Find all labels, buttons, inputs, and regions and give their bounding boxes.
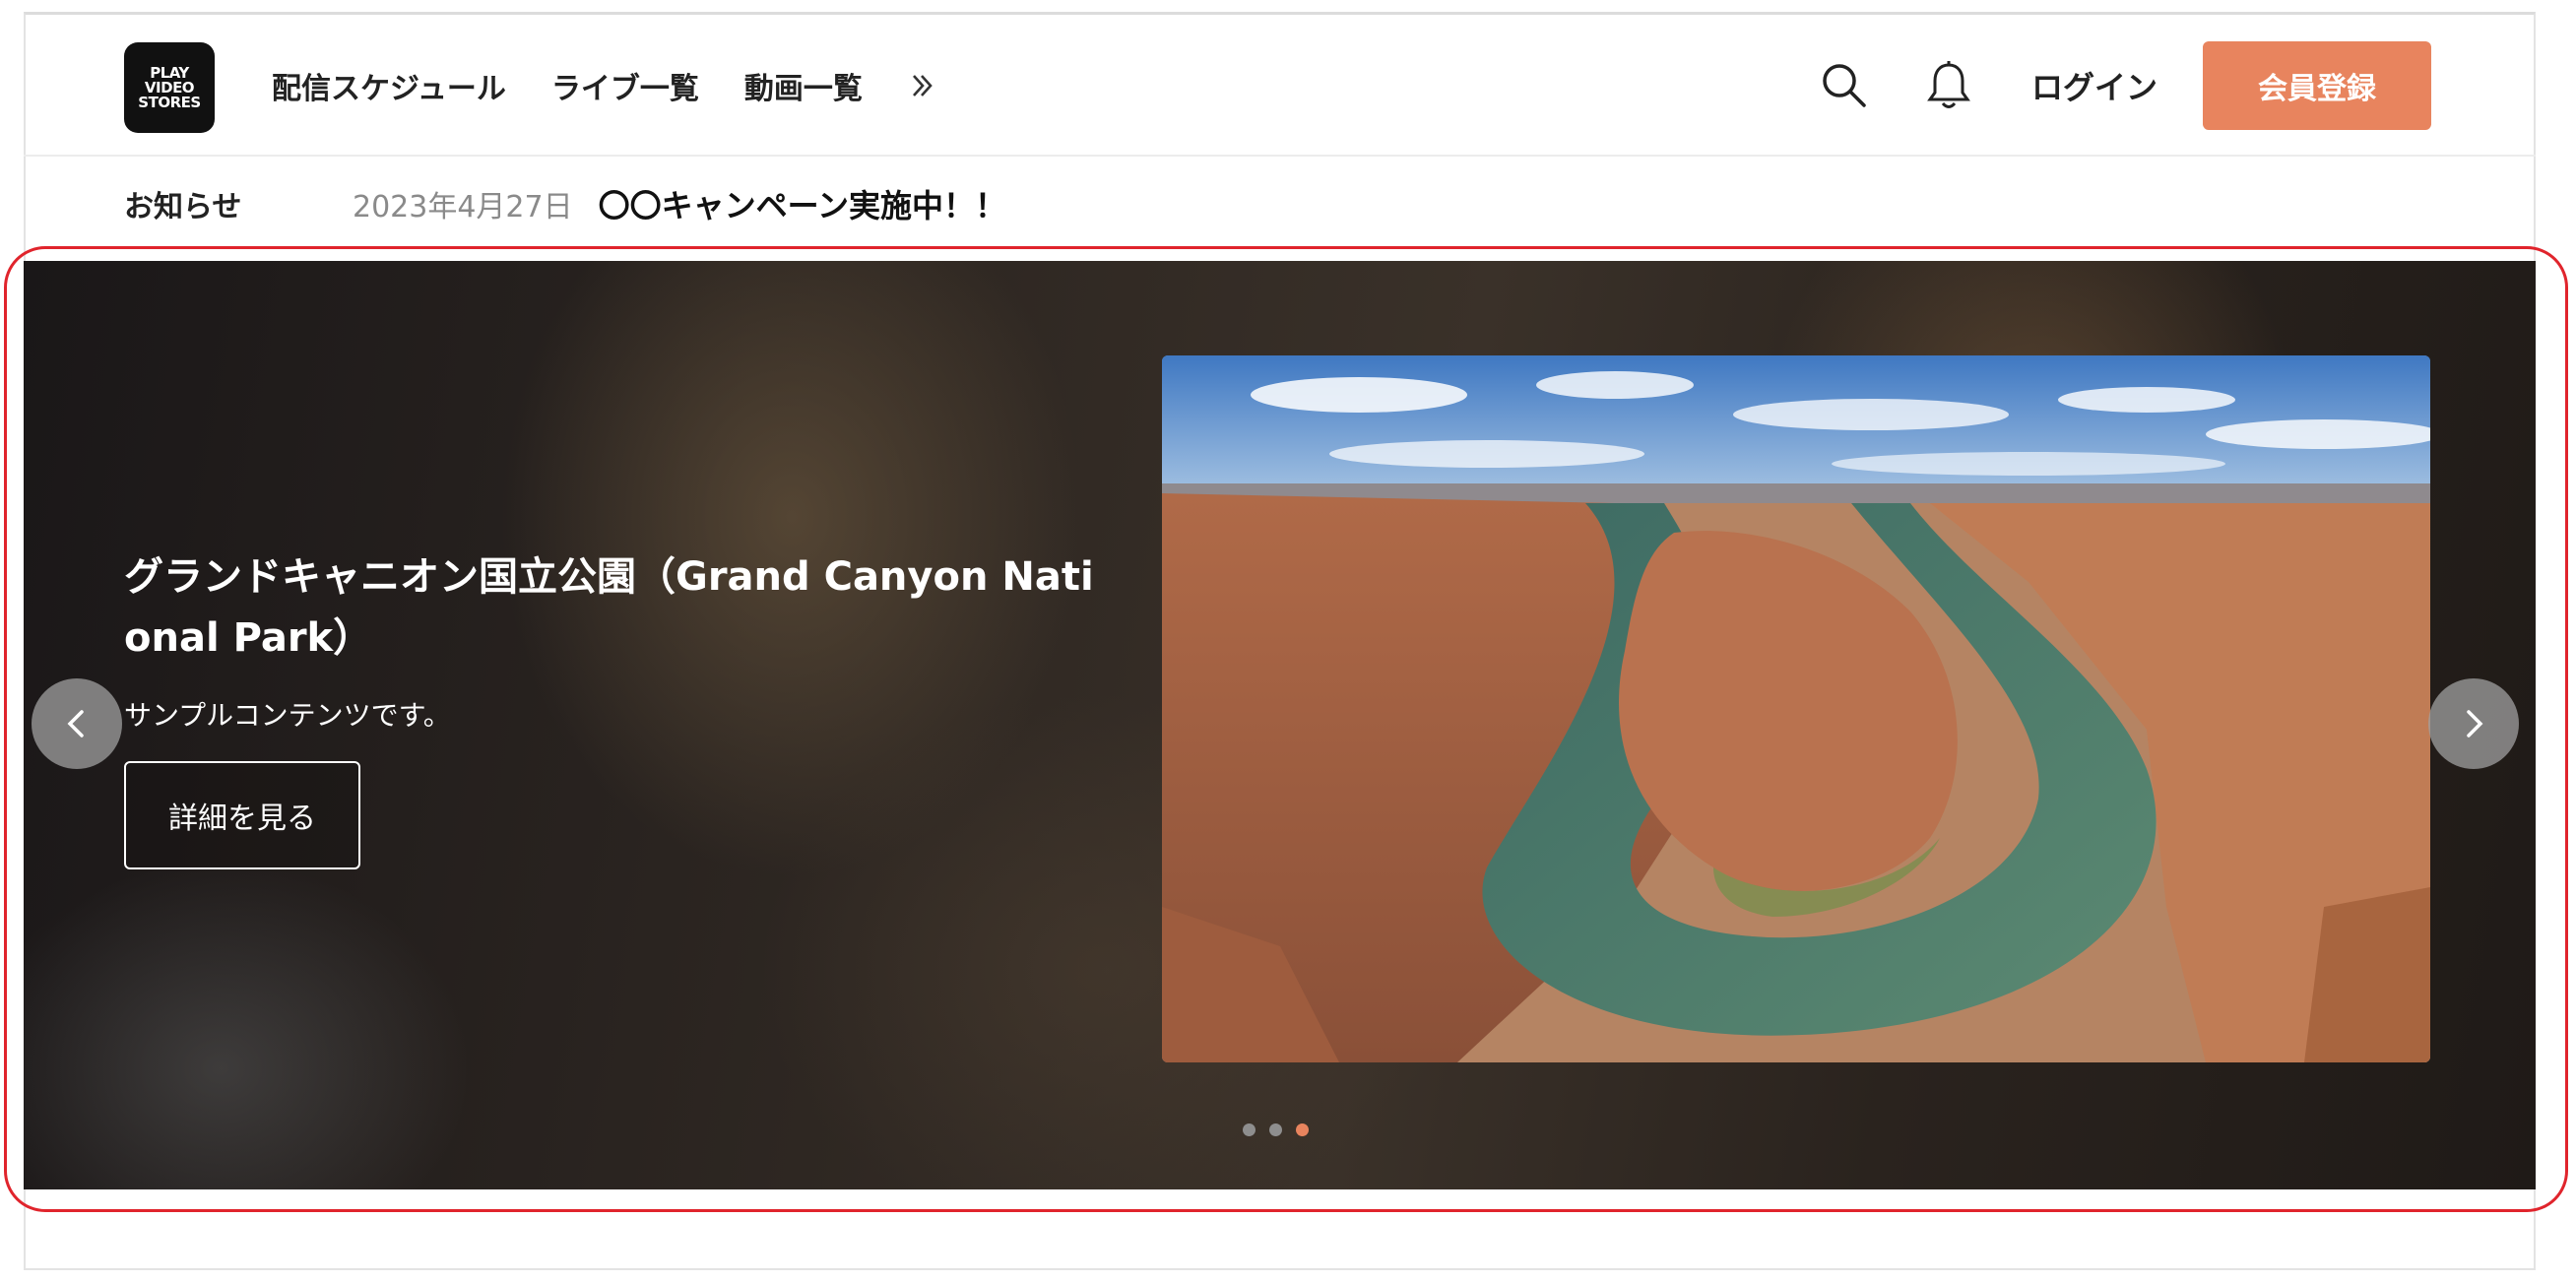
carousel-dot-3[interactable] xyxy=(1296,1123,1309,1136)
hero-image[interactable] xyxy=(1162,355,2430,1062)
site-logo[interactable]: PLAY VIDEO STORES xyxy=(124,42,215,133)
double-chevron-right-icon[interactable] xyxy=(908,71,937,100)
login-link[interactable]: ログイン xyxy=(2031,63,2157,108)
details-button[interactable]: 詳細を見る xyxy=(124,761,360,869)
carousel-dots xyxy=(1243,1123,1309,1136)
news-label: お知らせ xyxy=(124,190,242,225)
news-title-link[interactable]: 〇〇キャンペーン実施中！！ xyxy=(599,181,1006,226)
nav-item-live-list[interactable]: ライブ一覧 xyxy=(551,64,699,107)
nav-item-video-list[interactable]: 動画一覧 xyxy=(744,64,863,107)
carousel-prev-button[interactable] xyxy=(32,678,122,769)
hero-carousel: グランドキャニオン国立公園（Grand Canyon National Park… xyxy=(24,261,2536,1189)
logo-text-line-3: STORES xyxy=(138,93,201,111)
carousel-dot-2[interactable] xyxy=(1269,1123,1282,1136)
carousel-dot-1[interactable] xyxy=(1243,1123,1256,1136)
site-header: PLAY VIDEO STORES 配信スケジュール ライブ一覧 動画一覧 ログ… xyxy=(24,15,2536,157)
news-bar: お知らせ 2023年4月27日 〇〇キャンペーン実施中！！ xyxy=(124,182,1006,225)
nav-item-schedule[interactable]: 配信スケジュール xyxy=(272,64,506,107)
hero-subtitle: サンプルコンテンツです。 xyxy=(124,699,451,732)
chevron-right-icon xyxy=(2467,710,2483,738)
news-date: 2023年4月27日 xyxy=(353,190,573,225)
carousel-next-button[interactable] xyxy=(2428,678,2519,769)
search-icon[interactable] xyxy=(1815,56,1874,115)
canyon-image xyxy=(1162,355,2430,1062)
header-actions: ログイン 会員登録 xyxy=(1815,40,2431,131)
main-nav: 配信スケジュール ライブ一覧 動画一覧 xyxy=(272,62,937,109)
signup-button[interactable]: 会員登録 xyxy=(2203,41,2431,130)
chevron-left-icon xyxy=(67,710,84,738)
bell-icon[interactable] xyxy=(1919,56,1978,115)
hero-title: グランドキャニオン国立公園（Grand Canyon National Park… xyxy=(124,554,1094,661)
